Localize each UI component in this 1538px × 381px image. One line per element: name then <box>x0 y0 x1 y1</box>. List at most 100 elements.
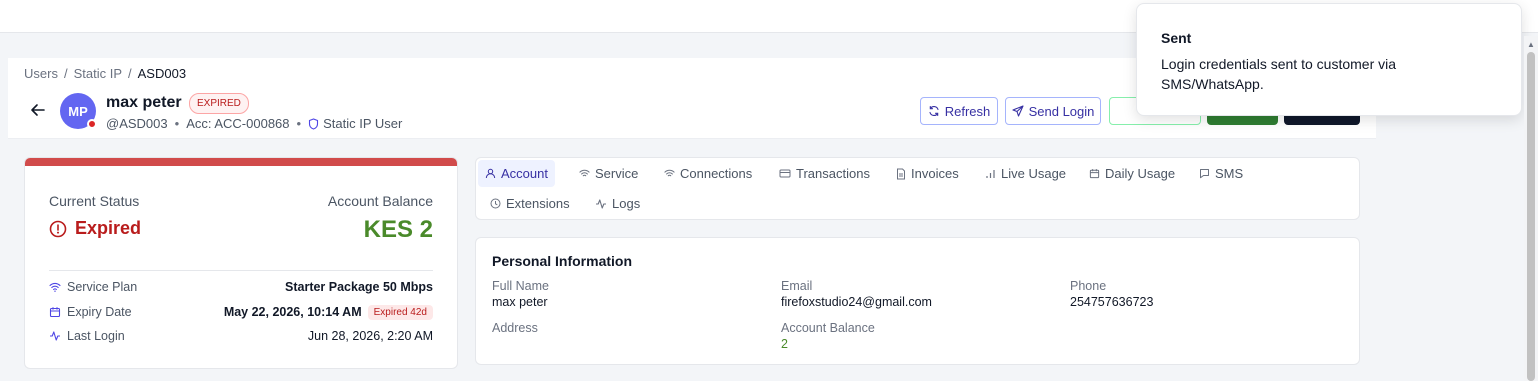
full-name-label: Full Name <box>492 279 549 293</box>
breadcrumb-users[interactable]: Users <box>24 66 58 81</box>
service-plan-label-text: Service Plan <box>67 280 138 294</box>
alert-circle-icon <box>49 220 67 238</box>
divider <box>49 270 433 271</box>
wifi-icon <box>664 168 675 179</box>
avatar-initials: MP <box>68 103 88 119</box>
account-balance-label: Account Balance <box>781 321 875 335</box>
phone-label: Phone <box>1070 279 1107 293</box>
bars-icon <box>985 168 996 179</box>
status-badge: EXPIRED <box>189 93 249 114</box>
service-plan-row: Service Plan Starter Package 50 Mbps <box>49 278 433 296</box>
refresh-button[interactable]: Refresh <box>920 97 998 125</box>
expiry-date-row: Expiry Date May 22, 2026, 10:14 AM Expir… <box>49 303 433 321</box>
clock-icon <box>490 198 501 209</box>
tab-live-usage[interactable]: Live Usage <box>978 160 1073 187</box>
service-plan-label: Service Plan <box>49 280 137 294</box>
tab-extensions[interactable]: Extensions <box>483 190 577 217</box>
toast-message: Login credentials sent to customer via S… <box>1161 56 1397 92</box>
tab-label: Extensions <box>506 196 570 211</box>
expiry-date-text: May 22, 2026, 10:14 AM <box>223 305 362 319</box>
user-role-label: Static IP User <box>323 116 403 131</box>
account-number: Acc: ACC-000868 <box>186 116 290 131</box>
message-icon <box>1199 168 1210 179</box>
tab-label: SMS <box>1215 166 1244 181</box>
email-value: firefoxstudio24@gmail.com <box>781 295 932 309</box>
breadcrumb: Users / Static IP / ASD003 <box>24 66 186 81</box>
refresh-button-label: Refresh <box>944 103 991 119</box>
tab-connections[interactable]: Connections <box>657 160 759 187</box>
card-icon <box>779 168 791 179</box>
phone-value: 254757636723 <box>1070 295 1154 309</box>
account-balance-label: Account Balance <box>327 193 433 209</box>
service-plan-value: Starter Package 50 Mbps <box>285 280 433 294</box>
refresh-icon <box>928 105 940 117</box>
current-status-label: Current Status <box>49 193 140 209</box>
status-card: Current Status Account Balance Expired K… <box>24 157 458 369</box>
toast-title: Sent <box>1161 30 1192 46</box>
breadcrumb-separator: / <box>63 66 68 81</box>
user-role: Static IP User <box>308 116 402 131</box>
tab-logs[interactable]: Logs <box>588 190 647 217</box>
username: @ASD003 <box>106 116 168 131</box>
breadcrumb-current: ASD003 <box>137 66 187 81</box>
offline-status-dot <box>87 119 97 129</box>
scrollbar-thumb[interactable] <box>1527 52 1535 381</box>
tab-transactions[interactable]: Transactions <box>772 160 877 187</box>
personal-information-title: Personal Information <box>492 253 633 269</box>
expiry-date-label: Expiry Date <box>49 305 132 319</box>
account-balance-value: 2 <box>781 337 788 351</box>
shield-icon <box>308 117 319 130</box>
avatar: MP <box>60 93 97 129</box>
scroll-up-arrow-icon[interactable]: ▲ <box>1527 40 1535 49</box>
breadcrumb-separator: / <box>128 66 132 81</box>
current-status-value: Expired <box>49 218 141 239</box>
personal-information-card: Personal Information Full Name max peter… <box>475 237 1360 365</box>
expired-indicator-bar <box>25 158 457 166</box>
wifi-icon <box>579 168 590 179</box>
activity-icon <box>595 198 607 210</box>
expiry-date-label-text: Expiry Date <box>67 305 132 319</box>
tab-label: Service <box>595 166 639 181</box>
send-login-button[interactable]: Send Login <box>1005 97 1101 125</box>
meta-separator: • <box>296 116 302 131</box>
tab-label: Account <box>501 166 548 181</box>
tab-account[interactable]: Account <box>478 160 555 187</box>
tab-sms[interactable]: SMS <box>1192 160 1250 187</box>
wifi-icon <box>49 281 61 293</box>
tab-label: Invoices <box>911 166 959 181</box>
email-label: Email <box>781 279 813 293</box>
full-name-value: max peter <box>492 295 548 309</box>
tab-label: Transactions <box>796 166 870 181</box>
breadcrumb-static-ip[interactable]: Static IP <box>74 66 122 81</box>
tab-label: Daily Usage <box>1105 166 1176 181</box>
toast-notification[interactable]: Sent Login credentials sent to customer … <box>1136 3 1522 116</box>
current-status-text: Expired <box>75 218 142 238</box>
send-login-button-label: Send Login <box>1028 103 1095 119</box>
tab-bar: Account Service Connections Transactions… <box>475 157 1360 220</box>
last-login-row: Last Login Jun 28, 2026, 2:20 AM <box>49 327 433 345</box>
tab-label: Connections <box>680 166 753 181</box>
expired-days-chip: Expired 42d <box>367 304 433 320</box>
user-name: max peter <box>106 94 182 111</box>
document-icon <box>896 168 906 180</box>
back-arrow-icon[interactable] <box>30 102 46 118</box>
last-login-value: Jun 28, 2026, 2:20 AM <box>307 329 433 343</box>
last-login-label-text: Last Login <box>67 329 125 343</box>
address-label: Address <box>492 321 538 335</box>
last-login-label: Last Login <box>49 329 125 343</box>
account-balance-value: KES 2 <box>363 216 433 243</box>
calendar-icon <box>49 306 61 318</box>
user-icon <box>485 168 496 179</box>
send-icon <box>1012 105 1024 117</box>
vertical-scrollbar[interactable]: ▲ <box>1524 36 1538 381</box>
tab-daily-usage[interactable]: Daily Usage <box>1082 160 1182 187</box>
activity-icon <box>49 330 61 342</box>
tab-invoices[interactable]: Invoices <box>889 160 966 187</box>
user-meta: @ASD003 • Acc: ACC-000868 • Static IP Us… <box>106 116 402 131</box>
expiry-date-value: May 22, 2026, 10:14 AM Expired 42d <box>223 304 433 320</box>
calendar-icon <box>1089 168 1100 179</box>
tab-service[interactable]: Service <box>572 160 645 187</box>
meta-separator: • <box>174 116 180 131</box>
tab-label: Live Usage <box>1001 166 1067 181</box>
tab-label: Logs <box>612 196 641 211</box>
